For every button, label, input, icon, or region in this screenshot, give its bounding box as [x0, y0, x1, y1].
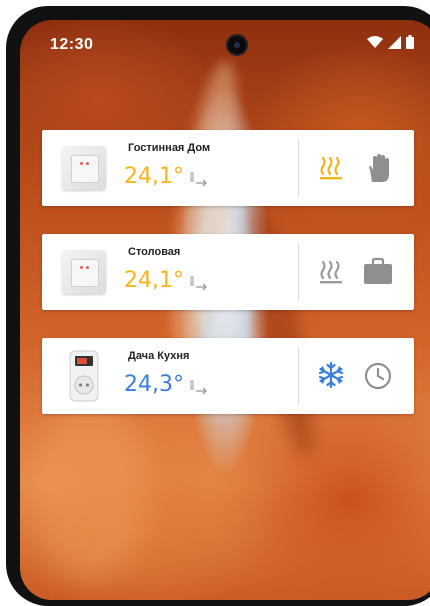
- card-divider: [298, 348, 299, 404]
- heating-icon[interactable]: [316, 256, 346, 286]
- device-temperature: 24,1°: [124, 268, 184, 293]
- away-briefcase-icon[interactable]: [362, 256, 394, 288]
- cooling-snowflake-icon[interactable]: [316, 360, 346, 390]
- device-card[interactable]: Столовая 24,1°: [42, 234, 414, 310]
- card-divider: [298, 140, 299, 196]
- canyon-highlight: [159, 57, 251, 363]
- thermometer-arrow-icon: [190, 172, 207, 187]
- device-thumbnail: [56, 140, 112, 196]
- device-name: Дача Кухня: [128, 350, 190, 362]
- heating-icon[interactable]: [316, 152, 346, 182]
- card-divider: [298, 244, 299, 300]
- thermometer-arrow-icon: [190, 276, 207, 291]
- thermostat-panel-image: [62, 250, 106, 294]
- front-camera: [226, 34, 248, 56]
- status-bar: 12:30: [20, 20, 430, 60]
- device-thumbnail: [56, 348, 112, 404]
- wifi-icon: [367, 36, 383, 48]
- device-card[interactable]: Гостинная Дом 24,1°: [42, 130, 414, 206]
- manual-hand-icon[interactable]: [362, 152, 394, 184]
- device-thumbnail: [56, 244, 112, 300]
- device-name: Гостинная Дом: [128, 142, 211, 154]
- thermometer-arrow-icon: [190, 380, 207, 395]
- battery-icon: [406, 35, 414, 49]
- device-name: Столовая: [128, 246, 181, 258]
- canyon-glow: [30, 400, 150, 580]
- device-temperature: 24,3°: [124, 372, 184, 397]
- screen-background: 12:30: [20, 20, 430, 600]
- socket-thermostat-image: [69, 350, 99, 402]
- device-temperature: 24,1°: [124, 164, 184, 189]
- status-time: 12:30: [50, 36, 94, 53]
- schedule-clock-icon[interactable]: [362, 360, 394, 392]
- status-icons: [367, 35, 414, 49]
- device-card[interactable]: Дача Кухня 24,3°: [42, 338, 414, 414]
- thermostat-panel-image: [62, 146, 106, 190]
- signal-icon: [388, 35, 401, 49]
